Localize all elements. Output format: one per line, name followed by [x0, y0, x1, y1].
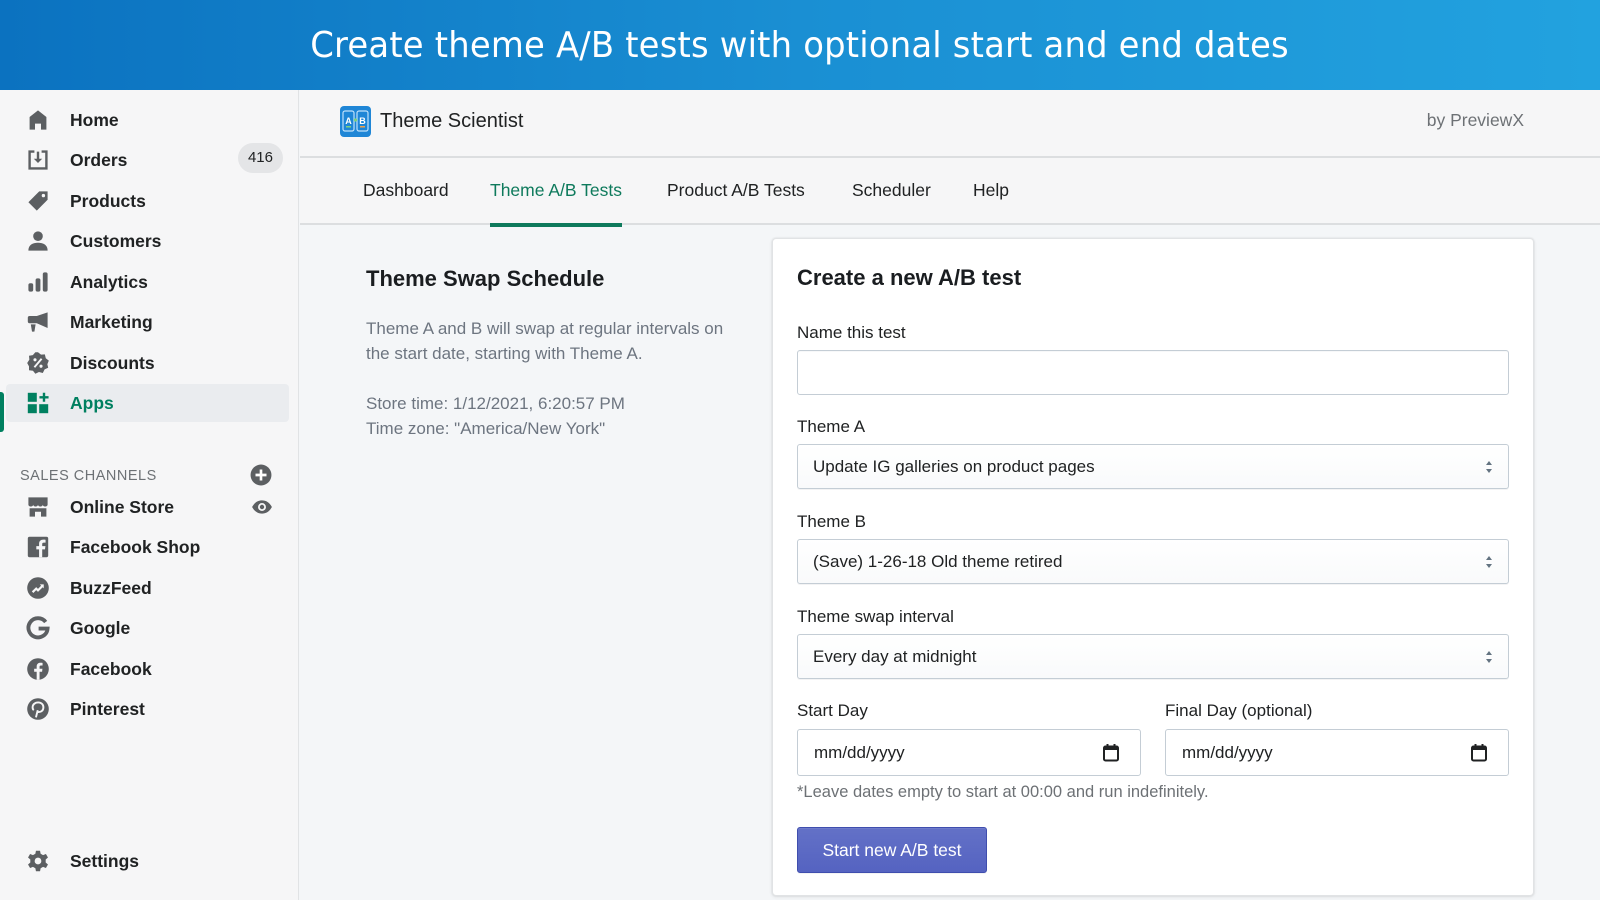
sidebar-item-marketing[interactable]: Marketing [6, 303, 289, 341]
sidebar-item-label: Discounts [70, 352, 155, 373]
banner-title: Create theme A/B tests with optional sta… [310, 24, 1290, 66]
name-label: Name this test [797, 323, 906, 342]
eye-icon [252, 500, 272, 514]
app-logo-icon: A B [340, 106, 371, 137]
tab-theme-ab-tests[interactable]: Theme A/B Tests [490, 180, 622, 227]
sidebar-item-label: Apps [70, 392, 114, 413]
calendar-icon[interactable] [1102, 743, 1120, 763]
final-day-label: Final Day (optional) [1165, 701, 1313, 720]
app-vendor: by PreviewX [1426, 110, 1524, 130]
dates-help-text: *Leave dates empty to start at 00:00 and… [797, 783, 1209, 801]
create-test-card: Create a new A/B test Name this test The… [772, 238, 1534, 896]
theme-b-label: Theme B [797, 512, 866, 531]
tab-scheduler[interactable]: Scheduler [852, 180, 931, 225]
sidebar-item-facebook-shop[interactable]: Facebook Shop [6, 528, 289, 566]
calendar-icon[interactable] [1470, 743, 1488, 763]
sidebar-item-label: Online Store [70, 496, 175, 517]
tag-icon [25, 188, 51, 214]
pinterest-icon [25, 696, 51, 722]
schedule-title: Theme Swap Schedule [366, 266, 605, 291]
google-icon [25, 615, 51, 641]
sidebar-item-label: Marketing [70, 311, 153, 332]
facebook-square-icon [25, 534, 51, 560]
sidebar-item-label: Facebook Shop [70, 536, 201, 557]
final-day-value: mm/dd/yyyy [1182, 743, 1273, 762]
buzzfeed-icon [25, 575, 51, 601]
sidebar-item-label: Pinterest [70, 698, 145, 719]
promo-banner: Create theme A/B tests with optional sta… [0, 0, 1600, 90]
tab-product-ab-tests[interactable]: Product A/B Tests [667, 180, 805, 225]
active-indicator [0, 392, 4, 432]
sidebar-item-home[interactable]: Home [6, 101, 289, 139]
megaphone-icon [25, 309, 51, 335]
theme-b-select[interactable]: (Save) 1-26-18 Old theme retired [797, 539, 1509, 584]
bar-chart-icon [25, 269, 51, 295]
sidebar-item-settings[interactable]: Settings [6, 842, 289, 880]
interval-label: Theme swap interval [797, 607, 954, 626]
gear-icon [25, 848, 51, 874]
store-time: Store time: 1/12/2021, 6:20:57 PM [366, 394, 625, 413]
person-icon [25, 228, 51, 254]
start-day-label: Start Day [797, 701, 868, 720]
sidebar-item-apps[interactable]: Apps [6, 384, 289, 422]
test-name-input[interactable] [797, 350, 1509, 395]
sidebar-item-pinterest[interactable]: Pinterest [6, 690, 289, 728]
sidebar-item-label: Analytics [70, 271, 148, 292]
app-header: A B Theme Scientist by PreviewX [300, 90, 1600, 158]
select-caret-icon [1486, 461, 1492, 473]
theme-b-value: (Save) 1-26-18 Old theme retired [813, 551, 1063, 571]
select-caret-icon [1486, 556, 1492, 568]
final-day-input[interactable]: mm/dd/yyyy [1165, 729, 1509, 776]
sales-channels-heading: SALES CHANNELS [20, 468, 157, 484]
time-zone: Time zone: "America/New York" [366, 419, 606, 438]
sidebar-item-customers[interactable]: Customers [6, 222, 289, 260]
sidebar-item-online-store[interactable]: Online Store [6, 488, 289, 526]
svg-text:A: A [345, 116, 352, 126]
sidebar-item-label: Customers [70, 230, 162, 251]
sidebar-item-label: Products [70, 190, 146, 211]
facebook-circle-icon [25, 656, 51, 682]
sidebar-item-analytics[interactable]: Analytics [6, 263, 289, 301]
sidebar-nav: Home Orders 416 Products Customers Analy… [0, 90, 299, 900]
sidebar-item-google[interactable]: Google [6, 609, 289, 647]
start-day-value: mm/dd/yyyy [814, 743, 905, 762]
theme-a-select[interactable]: Update IG galleries on product pages [797, 444, 1509, 489]
discount-icon [25, 350, 51, 376]
theme-a-value: Update IG galleries on product pages [813, 456, 1095, 476]
interval-value: Every day at midnight [813, 646, 977, 666]
tab-help[interactable]: Help [973, 180, 1009, 225]
card-title: Create a new A/B test [797, 265, 1022, 290]
store-icon [25, 494, 51, 520]
sidebar-item-label: Orders [70, 149, 128, 170]
sidebar-item-products[interactable]: Products [6, 182, 289, 220]
store-meta: Store time: 1/12/2021, 6:20:57 PM Time z… [366, 391, 625, 441]
orders-count-badge: 416 [237, 143, 283, 173]
svg-text:B: B [359, 116, 366, 126]
tab-dashboard[interactable]: Dashboard [363, 180, 449, 225]
select-caret-icon [1486, 651, 1492, 663]
plus-circle-icon [250, 464, 272, 486]
sidebar-item-buzzfeed[interactable]: BuzzFeed [6, 569, 289, 607]
sidebar-item-label: Home [70, 109, 119, 130]
interval-select[interactable]: Every day at midnight [797, 634, 1509, 679]
app-tabs: Dashboard Theme A/B Tests Product A/B Te… [300, 158, 1600, 227]
sidebar-item-label: BuzzFeed [70, 577, 152, 598]
theme-a-label: Theme A [797, 417, 866, 436]
view-online-store-button[interactable] [251, 496, 273, 518]
orders-icon [25, 147, 51, 173]
sidebar-item-label: Settings [70, 850, 140, 871]
home-icon [25, 107, 51, 133]
add-sales-channel-button[interactable] [250, 464, 272, 486]
sidebar-item-label: Google [70, 617, 131, 638]
sidebar-item-orders[interactable]: Orders 416 [6, 141, 289, 179]
sidebar-item-label: Facebook [70, 658, 152, 679]
start-day-input[interactable]: mm/dd/yyyy [797, 729, 1141, 776]
start-ab-test-button[interactable]: Start new A/B test [797, 827, 987, 873]
app-name: Theme Scientist [380, 110, 524, 132]
sidebar-item-facebook[interactable]: Facebook [6, 650, 289, 688]
apps-icon [25, 390, 51, 416]
sidebar-item-discounts[interactable]: Discounts [6, 344, 289, 382]
schedule-description: Theme A and B will swap at regular inter… [366, 319, 724, 363]
